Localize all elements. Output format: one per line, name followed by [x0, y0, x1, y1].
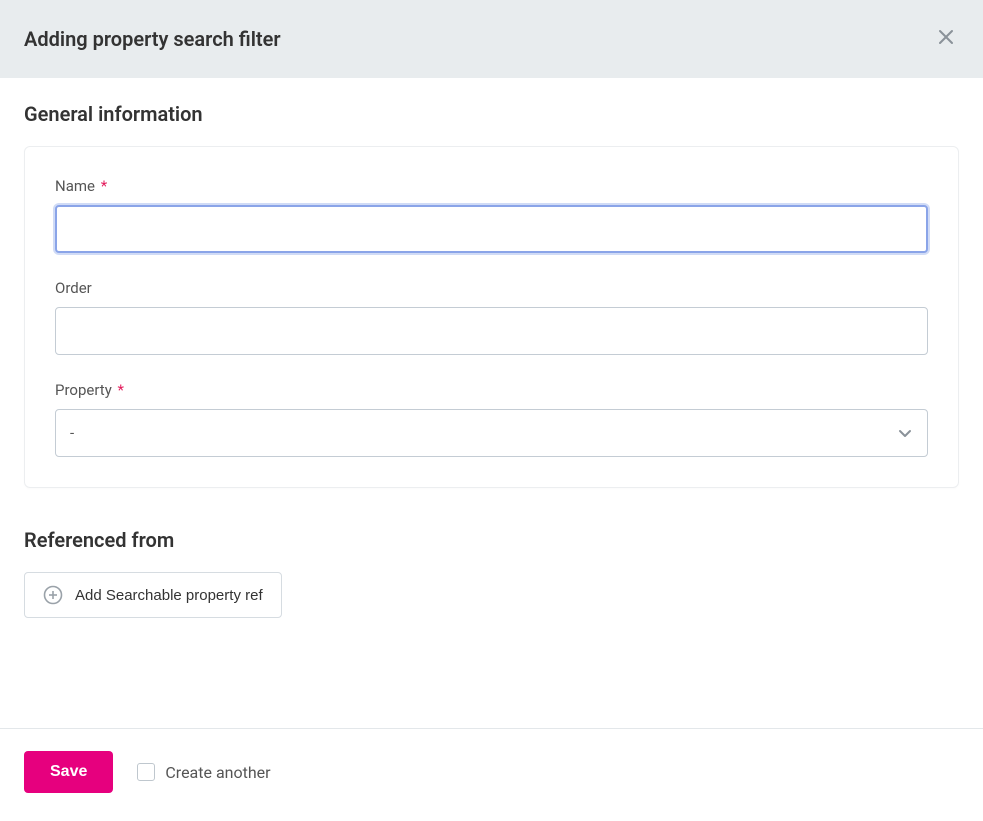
modal-title: Adding property search filter [24, 27, 281, 51]
required-mark: * [101, 177, 107, 195]
property-select[interactable]: - [55, 409, 928, 457]
name-label-text: Name [55, 177, 95, 195]
plus-circle-icon [43, 585, 63, 605]
add-searchable-property-ref-button[interactable]: Add Searchable property ref [24, 572, 282, 618]
modal-body: General information Name * Order Propert… [0, 78, 983, 642]
close-button[interactable] [933, 24, 959, 54]
name-input[interactable] [55, 205, 928, 253]
name-field-group: Name * [55, 177, 928, 253]
order-input[interactable] [55, 307, 928, 355]
create-another-checkbox-wrap[interactable]: Create another [137, 763, 270, 782]
order-label: Order [55, 279, 928, 297]
referenced-section: Referenced from Add Searchable property … [24, 528, 959, 618]
referenced-from-title: Referenced from [24, 528, 959, 552]
modal-footer: Save Create another [0, 728, 983, 821]
add-ref-button-label: Add Searchable property ref [75, 587, 263, 604]
chevron-down-icon [897, 425, 913, 441]
save-button[interactable]: Save [24, 751, 113, 793]
property-selected-value: - [70, 424, 74, 442]
name-label: Name * [55, 177, 928, 195]
general-info-card: Name * Order Property * - [24, 146, 959, 488]
property-label-text: Property [55, 381, 112, 399]
property-field-group: Property * - [55, 381, 928, 457]
order-field-group: Order [55, 279, 928, 355]
close-icon [937, 28, 955, 46]
property-label: Property * [55, 381, 928, 399]
required-mark: * [118, 381, 124, 399]
create-another-checkbox[interactable] [137, 763, 155, 781]
general-info-title: General information [24, 102, 959, 126]
order-label-text: Order [55, 279, 92, 297]
create-another-label: Create another [165, 763, 270, 782]
modal-header: Adding property search filter [0, 0, 983, 78]
